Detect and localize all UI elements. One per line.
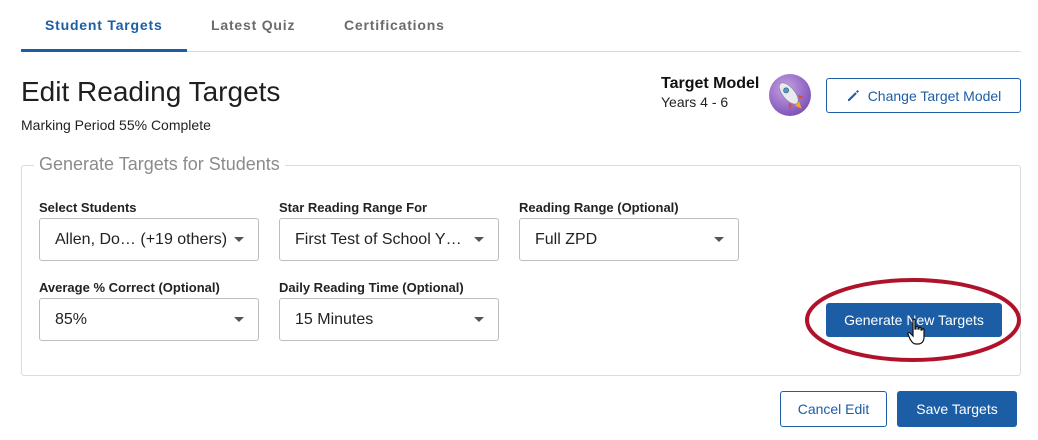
chevron-down-icon: [474, 317, 484, 322]
select-students-label: Select Students: [39, 200, 137, 215]
change-target-model-label: Change Target Model: [867, 87, 1002, 104]
tab-bar: Student Targets Latest Quiz Certificatio…: [21, 0, 1021, 52]
chevron-down-icon: [474, 237, 484, 242]
reading-range-dropdown[interactable]: Full ZPD: [519, 218, 739, 261]
target-model-years: Years 4 - 6: [661, 94, 729, 110]
reading-range-value: Full ZPD: [535, 231, 598, 248]
marking-period-progress: Marking Period 55% Complete: [21, 117, 211, 133]
save-targets-button[interactable]: Save Targets: [897, 391, 1017, 427]
average-correct-dropdown[interactable]: 85%: [39, 298, 259, 341]
reading-range-label: Reading Range (Optional): [519, 200, 679, 215]
daily-reading-time-value: 15 Minutes: [295, 311, 374, 328]
daily-reading-time-dropdown[interactable]: 15 Minutes: [279, 298, 499, 341]
tab-student-targets[interactable]: Student Targets: [45, 17, 163, 33]
generate-targets-panel: [21, 165, 1021, 376]
chevron-down-icon: [714, 237, 724, 242]
average-correct-value: 85%: [55, 311, 88, 328]
hand-pointer-icon: [907, 318, 925, 345]
pencil-icon: [847, 89, 859, 101]
target-model-label: Target Model: [661, 75, 760, 92]
generate-targets-legend: Generate Targets for Students: [34, 154, 285, 175]
chevron-down-icon: [234, 317, 244, 322]
tab-latest-quiz[interactable]: Latest Quiz: [211, 17, 295, 33]
chevron-down-icon: [234, 237, 244, 242]
change-target-model-button[interactable]: Change Target Model: [826, 78, 1021, 113]
star-reading-range-label: Star Reading Range For: [279, 200, 428, 215]
page-title: Edit Reading Targets: [21, 76, 281, 107]
average-correct-label: Average % Correct (Optional): [39, 280, 220, 295]
tab-certifications[interactable]: Certifications: [344, 17, 445, 33]
star-reading-range-value: First Test of School Y…: [295, 231, 462, 248]
active-tab-indicator: [21, 49, 187, 52]
rocket-icon: [769, 74, 811, 116]
select-students-dropdown[interactable]: Allen, Do… (+19 others): [39, 218, 259, 261]
select-students-value: Allen, Do… (+19 others): [55, 231, 228, 248]
star-reading-range-dropdown[interactable]: First Test of School Y…: [279, 218, 499, 261]
cancel-edit-button[interactable]: Cancel Edit: [780, 391, 887, 427]
daily-reading-time-label: Daily Reading Time (Optional): [279, 280, 464, 295]
